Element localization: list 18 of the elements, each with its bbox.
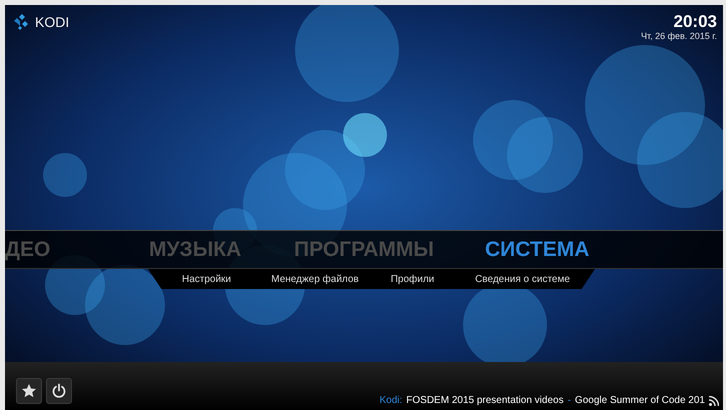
news-separator: - bbox=[568, 395, 571, 406]
main-menu-item[interactable]: СИСТЕМА bbox=[485, 238, 590, 262]
logo-text: KODI bbox=[35, 14, 70, 30]
news-headline: Google Summer of Code 201 bbox=[574, 395, 705, 406]
power-icon bbox=[51, 383, 67, 399]
star-icon bbox=[21, 383, 37, 399]
favourites-button[interactable] bbox=[16, 378, 42, 404]
clock-time: 20:03 bbox=[674, 12, 717, 31]
logo-icon bbox=[13, 13, 31, 31]
date-text: Чт, 26 фев. 2015 г. bbox=[640, 31, 717, 41]
rss-icon bbox=[709, 396, 719, 406]
news-headline: FOSDEM 2015 presentation videos bbox=[406, 395, 564, 406]
submenu-item[interactable]: Настройки bbox=[148, 274, 265, 284]
submenu-item[interactable]: Профили bbox=[365, 274, 460, 284]
news-source-label: Kodi: bbox=[379, 395, 402, 406]
power-button[interactable] bbox=[46, 378, 72, 404]
submenu-item[interactable]: Сведения о системе bbox=[460, 274, 585, 284]
submenu-item[interactable]: Менеджер файлов bbox=[265, 274, 365, 284]
